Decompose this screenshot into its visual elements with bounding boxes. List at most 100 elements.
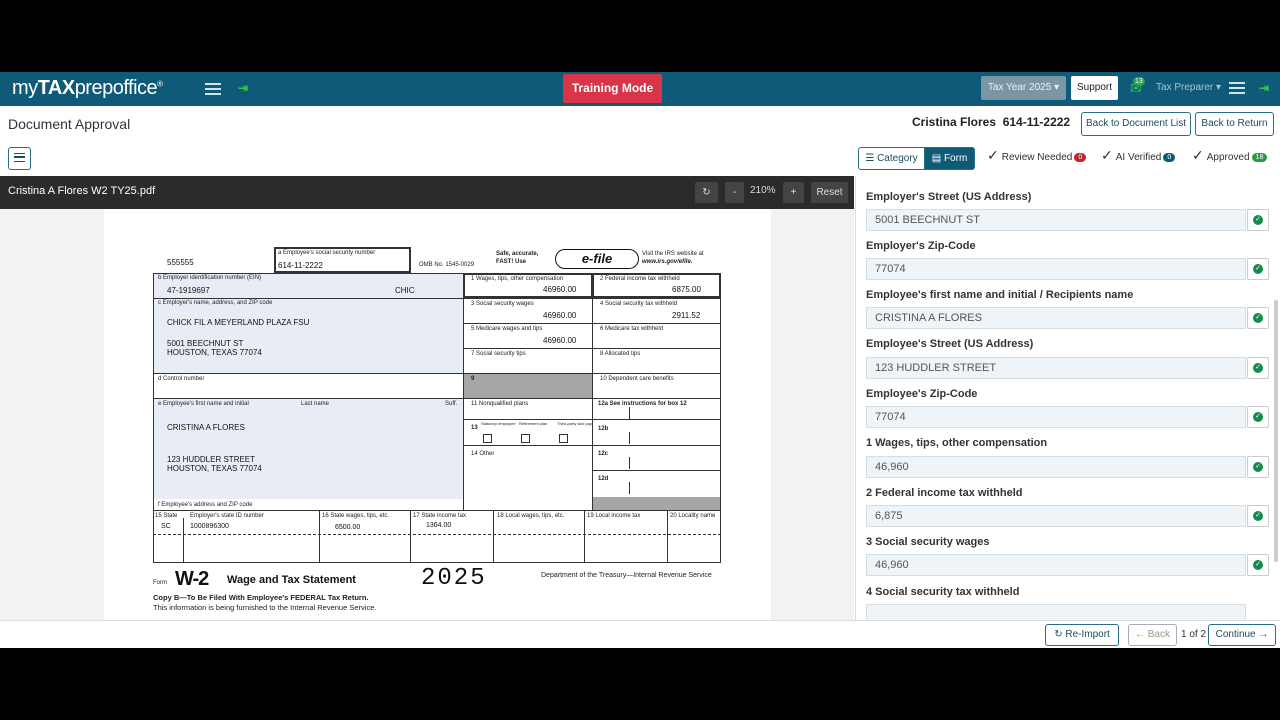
employee-zip-field[interactable]: 77074 [866, 406, 1246, 428]
box-19-label: 19 Local income tax [587, 513, 641, 519]
main-menu-icon[interactable] [205, 83, 221, 95]
continue-label: Continue [1215, 629, 1256, 640]
box-17-value: 1364.00 [426, 522, 452, 529]
reimport-button[interactable]: ↻ Re-Import [1045, 624, 1119, 646]
field-label: 3 Social security wages [866, 536, 990, 548]
rotate-button[interactable]: ↻ [695, 182, 718, 203]
field-shade [154, 399, 463, 499]
pin-sidebar-icon[interactable]: ⇥ [238, 81, 248, 95]
review-needed-filter[interactable]: ✓ Review Needed 0 [987, 147, 1087, 164]
training-mode-button[interactable]: Training Mode [563, 74, 662, 103]
approve-field-button[interactable]: ✓ [1247, 554, 1269, 576]
box-5-value: 46960.00 [543, 336, 577, 345]
continue-button[interactable]: Continue → [1208, 624, 1276, 646]
form-divider [493, 510, 494, 563]
zoom-level: 210% [750, 185, 776, 196]
state-code: SC [161, 523, 171, 530]
field-label: Employer's Zip-Code [866, 240, 976, 252]
reset-zoom-button[interactable]: Reset [811, 182, 848, 203]
efile-logo: e-file [555, 249, 639, 269]
ss-wages-field[interactable]: 46,960 [866, 554, 1246, 576]
approved-label: Approved [1206, 152, 1250, 163]
wages-field[interactable]: 46,960 [866, 456, 1246, 478]
approve-field-button[interactable]: ✓ [1247, 406, 1269, 428]
file-name: Cristina A Flores W2 TY25.pdf [8, 185, 156, 197]
employer-ein: 47-1919697 [167, 286, 210, 295]
approve-field-button[interactable]: ✓ [1247, 307, 1269, 329]
client-info: Cristina Flores 614-11-2222 [912, 115, 1070, 129]
approve-field-button[interactable]: ✓ [1247, 456, 1269, 478]
copy-b-text: Copy B—To Be Filed With Employee's FEDER… [153, 593, 369, 602]
back-to-document-list-button[interactable]: Back to Document List [1081, 112, 1191, 136]
checkmark-icon: ✓ [1101, 147, 1113, 163]
box-7-label: 7 Social security tips [471, 351, 526, 357]
zoom-in-button[interactable]: + [783, 182, 804, 203]
box-11-label: 11 Nonqualified plans [471, 401, 529, 407]
logo-suffix: prepoffice [74, 77, 158, 99]
employer-zip-field[interactable]: 77074 [866, 258, 1246, 280]
back-to-return-button[interactable]: Back to Return [1195, 112, 1274, 136]
ai-verified-filter[interactable]: ✓ AI Verified 0 [1101, 147, 1176, 164]
form-view-button[interactable]: ▤ Form [924, 147, 975, 170]
ai-verified-count: 0 [1163, 152, 1176, 162]
ss-tax-field[interactable] [866, 604, 1246, 620]
form-name: W-2 [175, 568, 209, 590]
zoom-out-button[interactable]: - [725, 182, 744, 203]
form-divider [629, 407, 630, 419]
approve-field-button[interactable]: ✓ [1247, 357, 1269, 379]
document-page: 555555 a Employee's social security numb… [104, 209, 771, 620]
pin-right-icon[interactable]: ⇥ [1259, 81, 1269, 95]
box-12a-label: 12a See instructions for box 12 [598, 401, 687, 407]
employee-street-field[interactable]: 123 HUDDLER STREET [866, 357, 1246, 379]
state-id-label: Employer's state ID number [190, 513, 264, 519]
form-year: 2025 [421, 565, 487, 592]
department-text: Department of the Treasury—Internal Reve… [541, 572, 712, 579]
secondary-menu-icon[interactable] [1229, 82, 1245, 94]
employee-city: HOUSTON, TEXAS 77074 [167, 464, 262, 473]
approve-field-button[interactable]: ✓ [1247, 209, 1269, 231]
app-logo[interactable]: myTAXprepoffice® [12, 77, 163, 100]
field-label: Employer's Street (US Address) [866, 191, 1032, 203]
user-role-dropdown[interactable]: Tax Preparer ▾ [1156, 82, 1221, 93]
box-1-label: 1 Wages, tips, other compensation [471, 276, 564, 282]
form-divider [153, 510, 721, 511]
category-view-button[interactable]: ☰ Category [858, 147, 925, 170]
box-15-label: 15 State [155, 513, 178, 519]
thirdparty-label: Third-party sick pay [557, 421, 592, 426]
top-navigation-bar: myTAXprepoffice® ⇥ Training Mode Tax Yea… [0, 72, 1280, 106]
form-divider [463, 348, 721, 349]
form-divider [410, 510, 411, 563]
box-3-label: 3 Social security wages [471, 301, 534, 307]
form-title: Wage and Tax Statement [227, 574, 356, 586]
employee-name-field[interactable]: CRISTINA A FLORES [866, 307, 1246, 329]
approve-field-button[interactable]: ✓ [1247, 505, 1269, 527]
support-button[interactable]: Support [1071, 76, 1118, 100]
back-button[interactable]: ← Back [1128, 624, 1177, 646]
irs-url: www.irs.gov/efile. [642, 259, 693, 265]
form-label: Form [943, 153, 968, 164]
retirement-label: Retirement plan [519, 421, 548, 426]
document-menu-button[interactable] [8, 147, 31, 170]
panel-scrollbar[interactable] [1274, 300, 1278, 562]
document-viewer[interactable]: 555555 a Employee's social security numb… [0, 209, 854, 620]
state-id: 1000896300 [190, 523, 229, 530]
employer-code: CHIC [395, 286, 415, 295]
box-9-label: 9 [471, 376, 475, 382]
form-fields-panel[interactable]: Employer's Street (US Address) 5001 BEEC… [855, 176, 1280, 620]
employer-street-field[interactable]: 5001 BEECHNUT ST [866, 209, 1246, 231]
form-divider [463, 323, 721, 324]
box-8-label: 8 Allocated tips [600, 351, 641, 357]
field-label: 4 Social security tax withheld [866, 586, 1020, 598]
form-divider [592, 445, 721, 446]
approved-filter[interactable]: ✓ Approved 18 [1192, 147, 1268, 164]
tax-year-dropdown[interactable]: Tax Year 2025 ▾ [981, 76, 1066, 100]
form-divider [584, 510, 585, 563]
approve-field-button[interactable]: ✓ [1247, 258, 1269, 280]
thirdparty-checkbox [559, 434, 568, 443]
form-divider [319, 510, 320, 563]
form-icon: ▤ [931, 153, 942, 164]
box-12d-label: 12d [598, 476, 609, 482]
federal-tax-field[interactable]: 6,875 [866, 505, 1246, 527]
form-divider [592, 470, 721, 471]
box-2-label: 2 Federal income tax withheld [600, 276, 680, 282]
